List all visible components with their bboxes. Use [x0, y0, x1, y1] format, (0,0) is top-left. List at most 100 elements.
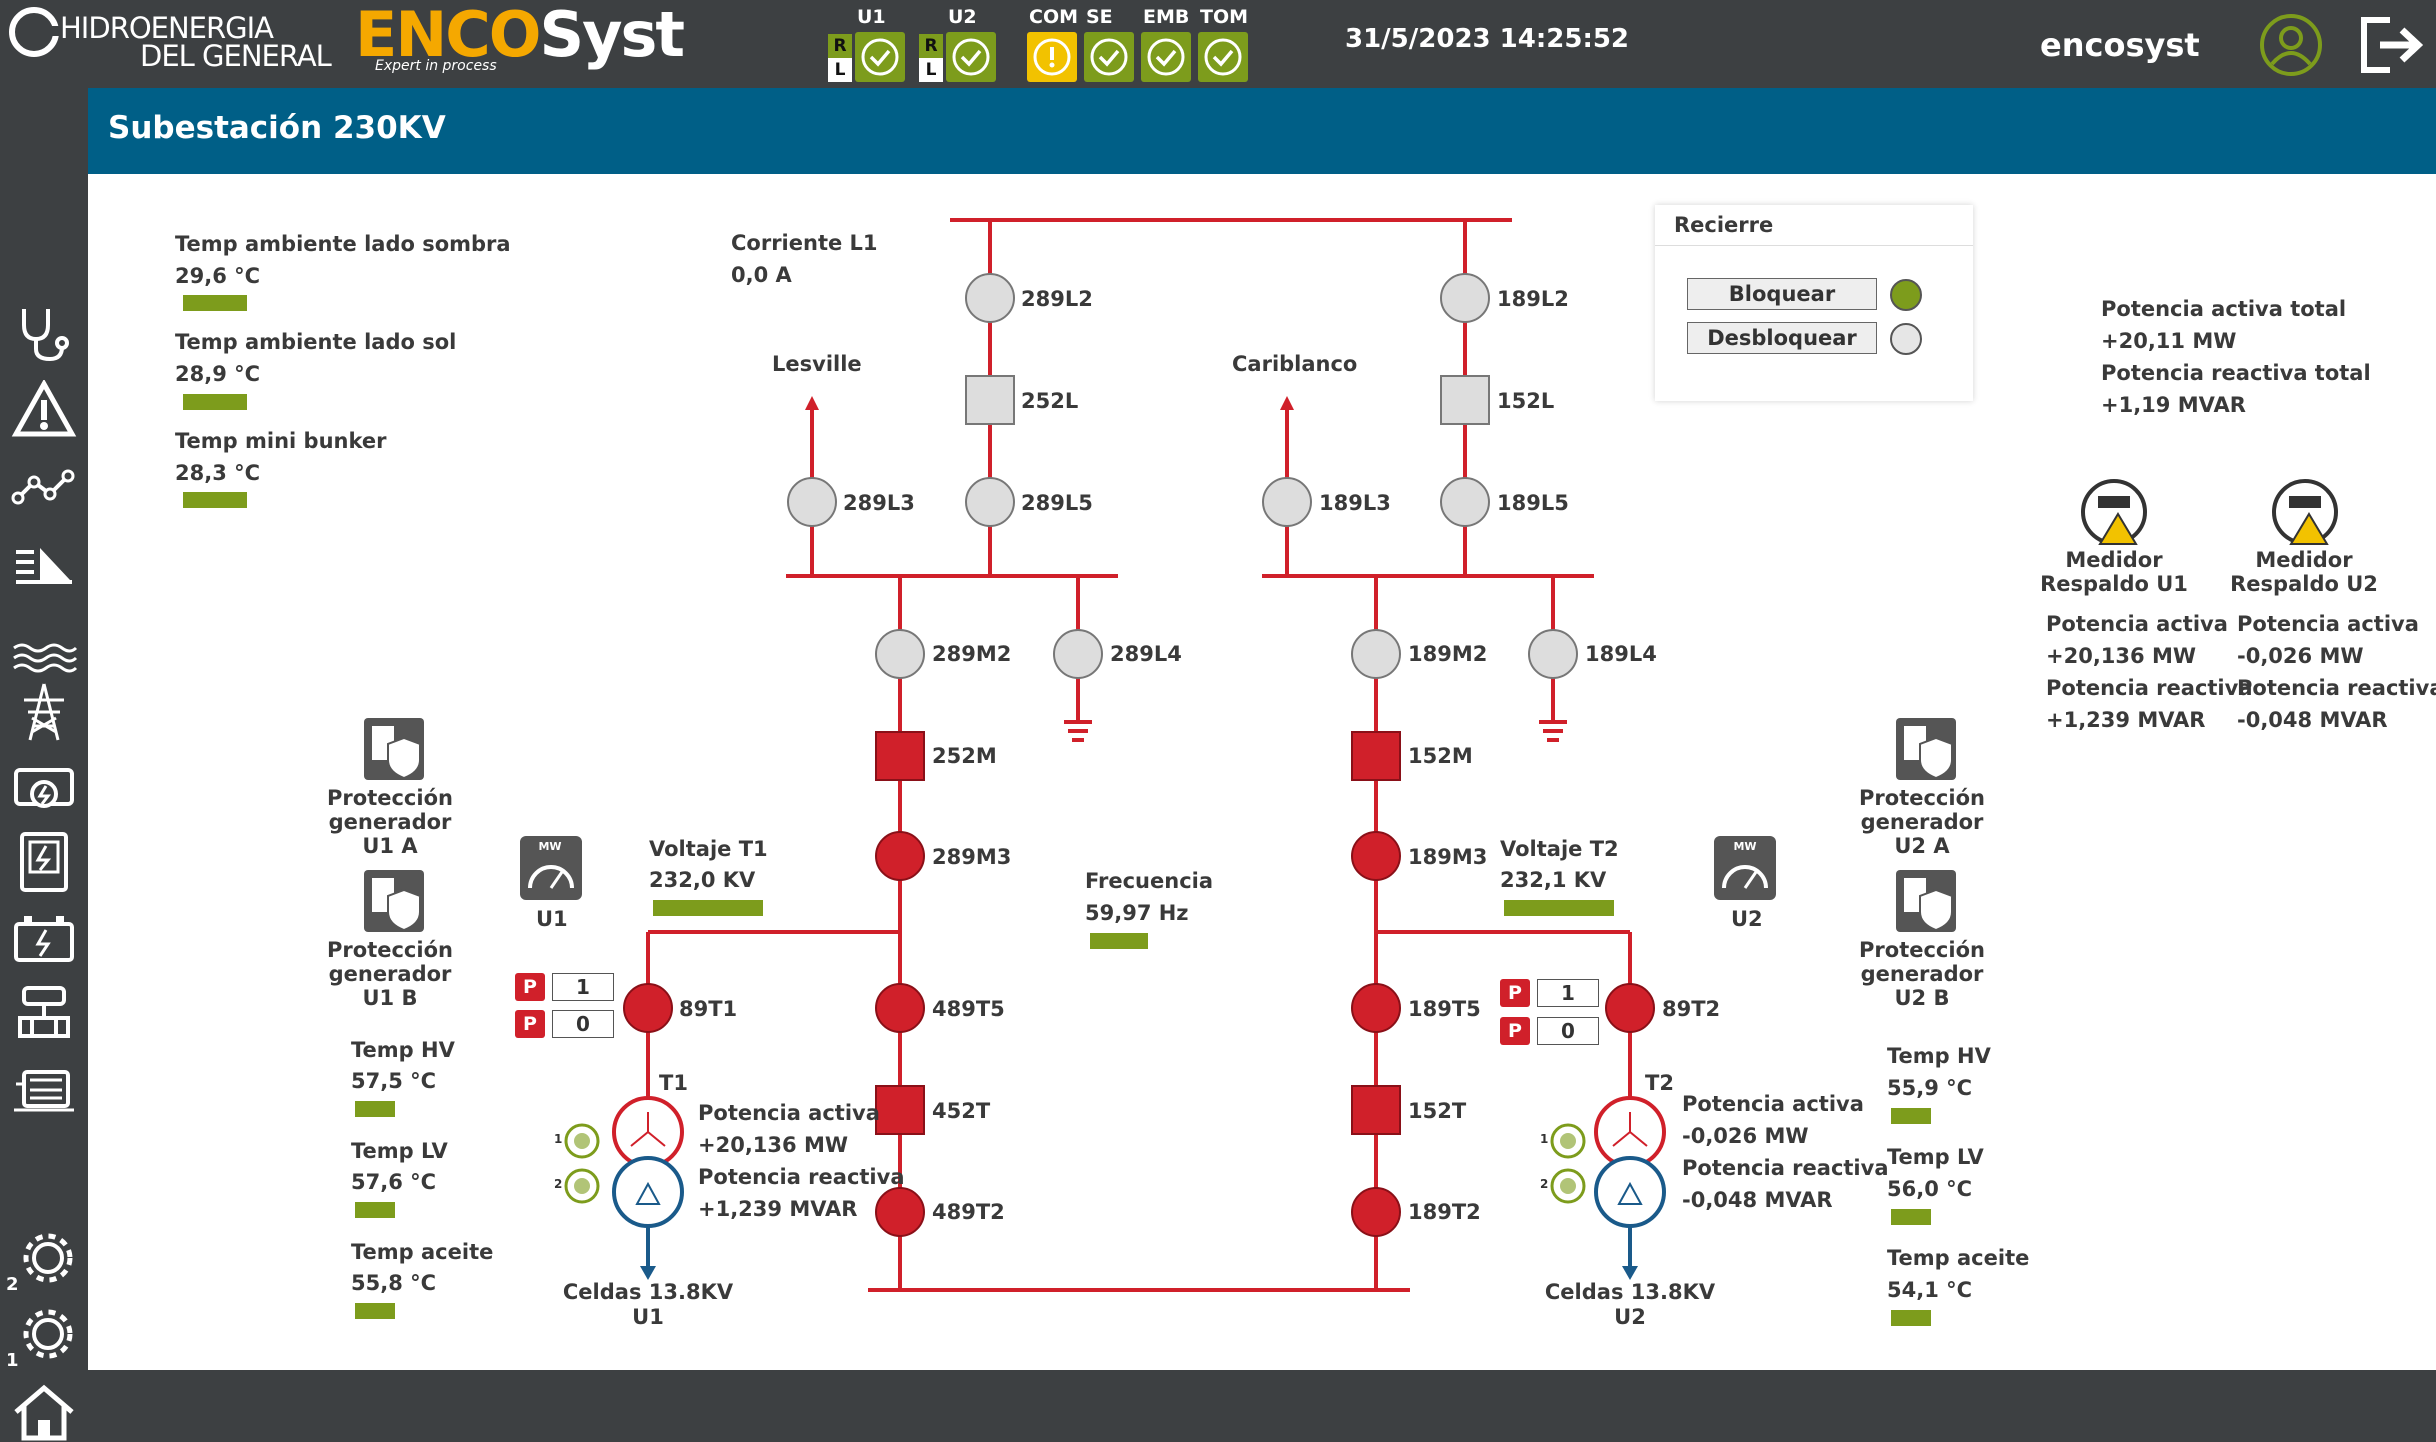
total-q-label: Potencia reactiva total [2101, 361, 2371, 385]
temp-label-0: Temp ambiente lado sombra [175, 232, 511, 256]
protection-u1b-label: Protección generador U1 B [327, 938, 453, 1010]
bloquear-indicator [1890, 279, 1922, 311]
fan-t2-1-icon [1550, 1123, 1586, 1159]
celdas-u2-label: Celdas 13.8KV U2 [1544, 1280, 1716, 1329]
u1-temp-label-2: Temp aceite [351, 1240, 494, 1264]
transformer-T1[interactable] [612, 1096, 684, 1280]
breaker-152L[interactable] [1440, 375, 1490, 425]
breaker-152T[interactable] [1351, 1085, 1401, 1135]
desbloquear-button[interactable]: Desbloquear [1687, 322, 1877, 354]
p-badge-t1-2: P [515, 1010, 545, 1038]
voltaje-t1-label: Voltaje T1 [649, 837, 768, 861]
node-label: 152T [1408, 1099, 1467, 1123]
u2-temp-bar-2 [1891, 1310, 1931, 1326]
u2-temp-bar-0 [1891, 1108, 1931, 1124]
node-label: 489T5 [932, 997, 1005, 1021]
celdas-u1-label: Celdas 13.8KV U1 [562, 1280, 734, 1329]
transformer-t2-label: T2 [1645, 1071, 1674, 1095]
breaker-252L[interactable] [965, 375, 1015, 425]
temp-label-1: Temp ambiente lado sol [175, 330, 457, 354]
node-label: 452T [932, 1099, 991, 1123]
node-label: 189L2 [1497, 287, 1569, 311]
meter-u1-p-value: +20,136 MW [2046, 644, 2197, 668]
meter-u1-q-value: +1,239 MVAR [2046, 708, 2206, 732]
disconnector-89T2[interactable] [1605, 983, 1655, 1033]
node-label: 289L3 [843, 491, 915, 515]
meter-u1-icon[interactable] [2081, 479, 2147, 545]
node-label: 289M2 [932, 642, 1012, 666]
meter-u2-p-label: Potencia activa [2237, 612, 2419, 636]
disconnector-289L3[interactable] [787, 477, 837, 527]
disconnector-189T5[interactable] [1351, 983, 1401, 1033]
u1-temp-bar-1 [355, 1202, 395, 1218]
disconnector-489T2[interactable] [875, 1187, 925, 1237]
node-label: 189L3 [1319, 491, 1391, 515]
protection-u2a-icon[interactable] [1896, 718, 1956, 780]
temp-value-1: 28,9 °C [175, 362, 261, 386]
disconnector-189T2[interactable] [1351, 1187, 1401, 1237]
meter-u2-p-value: -0,026 MW [2237, 644, 2364, 668]
meter-u1-title: Medidor Respaldo U1 [2040, 548, 2188, 596]
u2-temp-value-0: 55,9 °C [1887, 1076, 1973, 1100]
disconnector-189L5[interactable] [1440, 477, 1490, 527]
fan-t2-1-number: 1 [1540, 1132, 1549, 1146]
disconnector-289L2[interactable] [965, 273, 1015, 323]
protection-u1a-icon[interactable] [364, 718, 424, 780]
disconnector-289L4[interactable] [1053, 629, 1103, 679]
protection-u1b-icon[interactable] [364, 870, 424, 932]
recierre-panel: Recierre Bloquear Desbloquear [1655, 205, 1973, 401]
u1-temp-value-0: 57,5 °C [351, 1069, 437, 1093]
u1-temp-value-2: 55,8 °C [351, 1271, 437, 1295]
node-label: 189M3 [1408, 845, 1488, 869]
breaker-452T[interactable] [875, 1085, 925, 1135]
node-label: 89T1 [679, 997, 738, 1021]
disconnector-89T1[interactable] [623, 983, 673, 1033]
disconnector-189L3[interactable] [1262, 477, 1312, 527]
mw-gauge-u1-label: U1 [536, 907, 568, 931]
line-lesville: Lesville [772, 352, 862, 376]
breaker-252M[interactable] [875, 731, 925, 781]
protection-u2a-label: Protección generador U2 A [1859, 786, 1985, 858]
node-label: 289L5 [1021, 491, 1093, 515]
protection-u2b-icon[interactable] [1896, 870, 1956, 932]
p-counter-t1-2: 0 [552, 1010, 614, 1038]
disconnector-289L5[interactable] [965, 477, 1015, 527]
t1-q-value: +1,239 MVAR [698, 1197, 858, 1221]
node-label: 189L5 [1497, 491, 1569, 515]
mw-gauge-u1-text: MW [538, 840, 561, 853]
temp-bar-1 [183, 394, 247, 410]
total-p-value: +20,11 MW [2101, 329, 2237, 353]
node-label: 189M2 [1408, 642, 1488, 666]
protection-u2b-label: Protección generador U2 B [1859, 938, 1985, 1010]
t1-q-label: Potencia reactiva [698, 1165, 905, 1189]
p-badge-t1-1: P [515, 973, 545, 1001]
home-icon[interactable] [10, 1382, 78, 1442]
frecuencia-bar [1090, 933, 1148, 949]
disconnector-489T5[interactable] [875, 983, 925, 1033]
bloquear-button[interactable]: Bloquear [1687, 278, 1877, 310]
node-label: 289L4 [1110, 642, 1182, 666]
t2-q-label: Potencia reactiva [1682, 1156, 1889, 1180]
breaker-152M[interactable] [1351, 731, 1401, 781]
protection-u1a-label: Protección generador U1 A [327, 786, 453, 858]
u1-temp-value-1: 57,6 °C [351, 1170, 437, 1194]
u2-temp-label-1: Temp LV [1887, 1145, 1984, 1169]
disconnector-189L2[interactable] [1440, 273, 1490, 323]
fan-t1-2-icon [564, 1168, 600, 1204]
p-badge-t2-2: P [1500, 1017, 1530, 1045]
disconnector-189L4[interactable] [1528, 629, 1578, 679]
p-badge-t2-1: P [1500, 979, 1530, 1007]
meter-u2-q-label: Potencia reactiva [2237, 676, 2436, 700]
disconnector-189M3[interactable] [1351, 831, 1401, 881]
voltaje-t2-bar [1504, 900, 1614, 916]
voltaje-t1-bar [653, 900, 763, 916]
disconnector-289M3[interactable] [875, 831, 925, 881]
disconnector-289M2[interactable] [875, 629, 925, 679]
transformer-T2[interactable] [1594, 1096, 1666, 1280]
node-label: 252L [1021, 389, 1079, 413]
voltaje-t1-value: 232,0 KV [649, 868, 756, 892]
meter-u2-icon[interactable] [2272, 479, 2338, 545]
temp-label-2: Temp mini bunker [175, 429, 387, 453]
disconnector-189M2[interactable] [1351, 629, 1401, 679]
p-counter-t2-1: 1 [1537, 979, 1599, 1007]
